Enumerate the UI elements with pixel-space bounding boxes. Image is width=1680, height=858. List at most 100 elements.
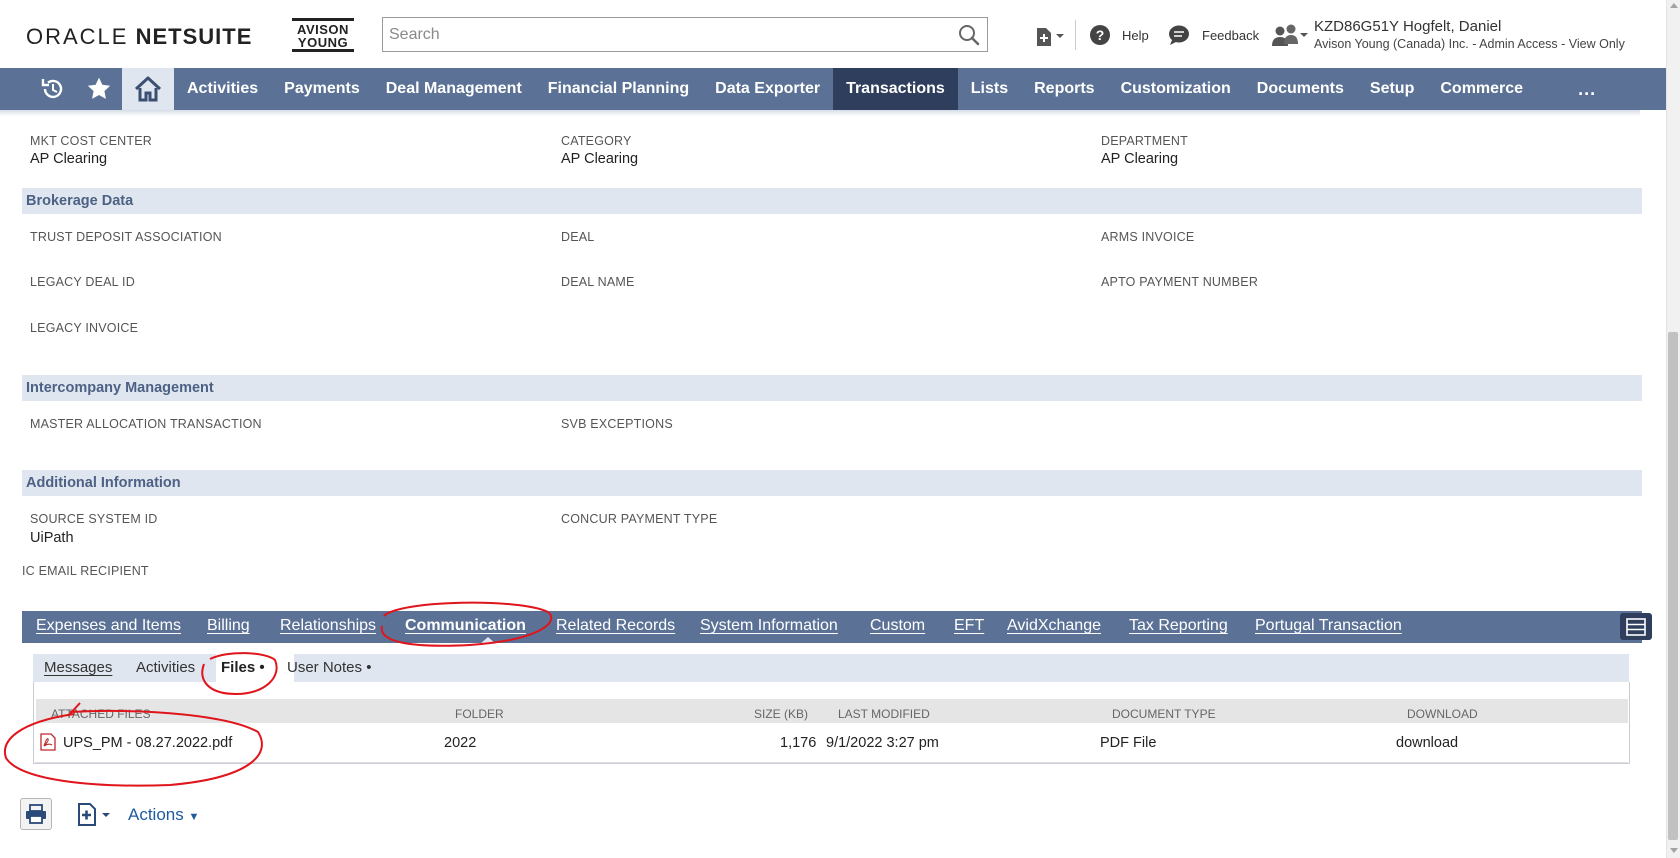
subtab-files[interactable]: Files • xyxy=(221,659,265,676)
star-icon xyxy=(87,77,111,99)
tab-billing[interactable]: Billing xyxy=(207,617,250,635)
nav-setup[interactable]: Setup xyxy=(1357,68,1427,110)
tab-communication[interactable]: Communication xyxy=(405,617,526,635)
scrollbar-thumb[interactable] xyxy=(1668,332,1678,840)
files-table-header xyxy=(36,699,1628,723)
file-name-link[interactable]: UPS_PM - 08.27.2022.pdf xyxy=(63,735,232,751)
scroll-up-arrow[interactable] xyxy=(1670,3,1678,8)
field-value-category: AP Clearing xyxy=(561,151,639,167)
tab-system-information[interactable]: System Information xyxy=(700,617,838,635)
subtab-activities[interactable]: Activities xyxy=(136,659,195,676)
svg-text:?: ? xyxy=(1096,27,1105,43)
communication-subtabs: Messages Activities Files • User Notes • xyxy=(33,654,1629,682)
nav-customization[interactable]: Customization xyxy=(1108,68,1244,110)
new-attach-button[interactable] xyxy=(74,802,114,833)
field-label-department: DEPARTMENT xyxy=(1101,134,1188,148)
field-label-deal: DEAL xyxy=(561,230,595,244)
column-last-modified[interactable]: LAST MODIFIED xyxy=(838,707,930,721)
search-icon[interactable] xyxy=(957,23,981,47)
nav-transactions[interactable]: Transactions xyxy=(833,68,958,110)
tab-avidxchange[interactable]: AvidXchange xyxy=(1007,617,1101,635)
column-attached-files[interactable]: ATTACHED FILES xyxy=(51,707,151,721)
field-label-svb-exceptions: SVB EXCEPTIONS xyxy=(561,417,673,431)
nav-activities[interactable]: Activities xyxy=(174,68,271,110)
nav-more-menu[interactable]: ... xyxy=(1536,68,1596,110)
home-button[interactable] xyxy=(122,68,174,110)
field-label-ic-email-recipient: IC EMAIL RECIPIENT xyxy=(22,564,149,578)
user-name[interactable]: KZD86G51Y Hogfelt, Daniel xyxy=(1314,18,1501,35)
user-role: Avison Young (Canada) Inc. - Admin Acces… xyxy=(1314,37,1625,51)
nav-shadow xyxy=(0,110,1640,116)
history-icon xyxy=(41,79,63,99)
nav-payments[interactable]: Payments xyxy=(271,68,373,110)
file-download-link[interactable]: download xyxy=(1396,735,1458,751)
header-divider xyxy=(1075,20,1076,50)
layout-toggle-icon xyxy=(1626,617,1646,636)
file-folder: 2022 xyxy=(444,735,477,751)
tab-relationships[interactable]: Relationships xyxy=(280,617,376,635)
oracle-netsuite-logo[interactable]: ORACLE NETSUITE xyxy=(26,24,252,50)
field-value-source-system-id: UiPath xyxy=(30,530,74,546)
tab-eft[interactable]: EFT xyxy=(954,617,984,635)
help-link[interactable]: Help xyxy=(1122,28,1149,43)
section-intercompany-management[interactable]: Intercompany Management xyxy=(22,375,1642,401)
section-title: Brokerage Data xyxy=(26,193,134,209)
feedback-icon[interactable] xyxy=(1168,25,1190,45)
chevron-down-icon: ▼ xyxy=(188,811,200,823)
scroll-down-arrow[interactable] xyxy=(1670,848,1678,853)
files-panel: ATTACHED FILES FOLDER SIZE (KB) LAST MOD… xyxy=(33,682,1630,764)
field-label-deal-name: DEAL NAME xyxy=(561,275,635,289)
field-label-category: CATEGORY xyxy=(561,134,632,148)
tab-tax-reporting[interactable]: Tax Reporting xyxy=(1129,617,1228,635)
file-size: 1,176 xyxy=(780,735,817,751)
shortcuts-button[interactable] xyxy=(76,68,122,110)
subtab-user-notes[interactable]: User Notes • xyxy=(287,659,371,676)
tab-portugal-transaction[interactable]: Portugal Transaction xyxy=(1255,617,1402,635)
print-button[interactable] xyxy=(20,798,52,830)
field-label-apto-payment-number: APTO PAYMENT NUMBER xyxy=(1101,275,1259,289)
column-download[interactable]: DOWNLOAD xyxy=(1407,707,1478,721)
recent-records-button[interactable] xyxy=(30,68,76,110)
nav-lists[interactable]: Lists xyxy=(958,68,1021,110)
field-label-master-allocation-transaction: MASTER ALLOCATION TRANSACTION xyxy=(30,417,262,431)
tab-custom[interactable]: Custom xyxy=(870,617,925,635)
nav-deal-management[interactable]: Deal Management xyxy=(373,68,535,110)
pdf-file-icon xyxy=(40,733,56,751)
field-label-trust-deposit-association: TRUST DEPOSIT ASSOCIATION xyxy=(30,230,222,244)
field-label-concur-payment-type: CONCUR PAYMENT TYPE xyxy=(561,512,718,526)
field-label-arms-invoice: ARMS INVOICE xyxy=(1101,230,1195,244)
global-search xyxy=(382,17,988,52)
section-additional-information[interactable]: Additional Information xyxy=(22,470,1642,496)
field-label-source-system-id: SOURCE SYSTEM ID xyxy=(30,512,158,526)
column-folder[interactable]: FOLDER xyxy=(455,707,504,721)
feedback-link[interactable]: Feedback xyxy=(1202,28,1259,43)
column-document-type[interactable]: DOCUMENT TYPE xyxy=(1112,707,1216,721)
nav-data-exporter[interactable]: Data Exporter xyxy=(702,68,833,110)
nav-commerce[interactable]: Commerce xyxy=(1427,68,1536,110)
help-icon[interactable]: ? xyxy=(1090,25,1110,45)
create-new-icon[interactable] xyxy=(1034,26,1066,48)
tab-expenses-and-items[interactable]: Expenses and Items xyxy=(36,617,181,635)
section-brokerage-data[interactable]: Brokerage Data xyxy=(22,188,1642,214)
new-document-icon xyxy=(78,803,110,826)
tab-related-records[interactable]: Related Records xyxy=(556,617,675,635)
tab-layout-button[interactable] xyxy=(1620,613,1652,640)
field-label-legacy-deal-id: LEGACY DEAL ID xyxy=(30,275,135,289)
actions-label: Actions xyxy=(128,805,184,824)
search-input[interactable] xyxy=(383,18,943,51)
nav-documents[interactable]: Documents xyxy=(1244,68,1357,110)
roles-icon[interactable] xyxy=(1272,24,1308,48)
record-subtabs: Expenses and Items Billing Relationships… xyxy=(22,611,1652,644)
nav-financial-planning[interactable]: Financial Planning xyxy=(535,68,702,110)
avison-young-logo: AVISON YOUNG xyxy=(292,18,354,52)
section-title: Intercompany Management xyxy=(26,380,214,396)
actions-menu-button[interactable]: Actions ▼ xyxy=(128,805,199,825)
nav-reports[interactable]: Reports xyxy=(1021,68,1107,110)
printer-icon xyxy=(26,804,46,824)
section-title: Additional Information xyxy=(26,475,181,491)
subtab-messages[interactable]: Messages xyxy=(44,659,112,676)
main-navigation: Activities Payments Deal Management Fina… xyxy=(0,68,1666,110)
column-size-kb[interactable]: SIZE (KB) xyxy=(754,707,808,721)
header: ORACLE NETSUITE AVISON YOUNG ? Help Feed… xyxy=(0,0,1666,68)
